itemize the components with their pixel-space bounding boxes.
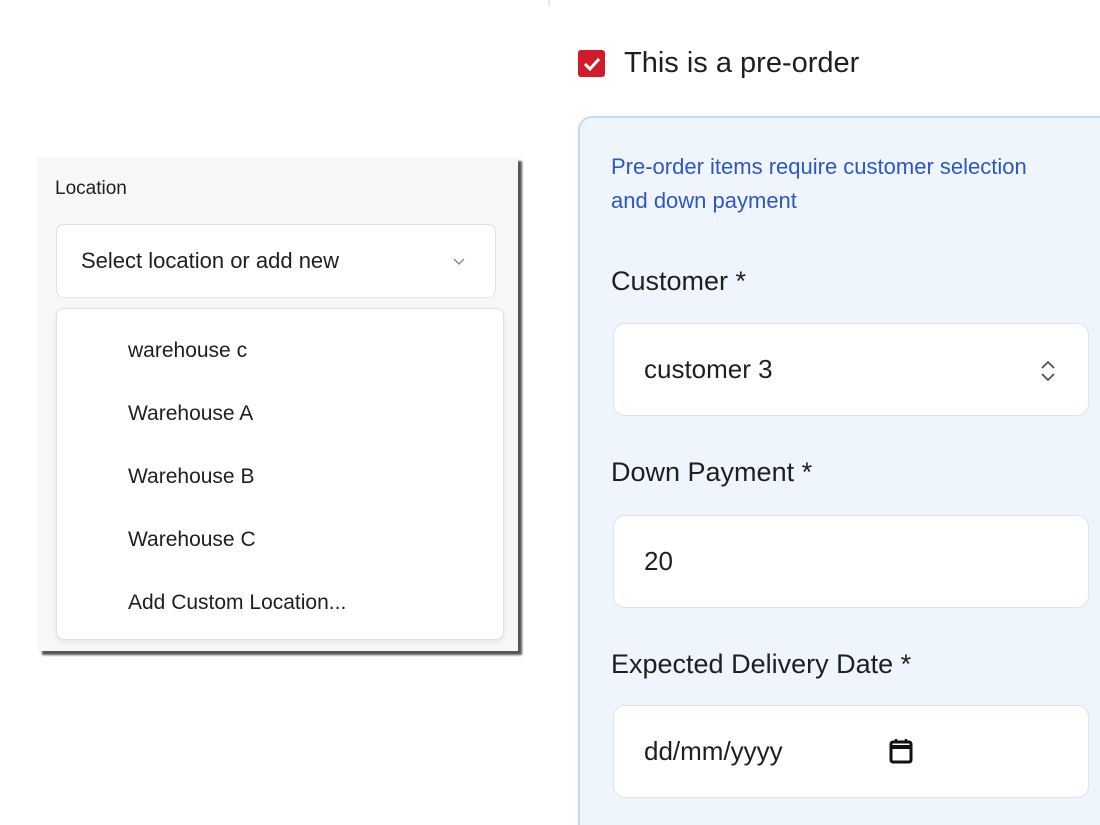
divider [548, 0, 1100, 6]
delivery-date-input[interactable]: dd/mm/yyyy [613, 705, 1089, 798]
location-dropdown-panel: Location Select location or add new ware… [38, 157, 518, 651]
chevron-down-icon [453, 258, 465, 265]
delivery-date-placeholder: dd/mm/yyyy [644, 736, 783, 766]
checkmark-icon [583, 57, 600, 71]
up-down-chevron-icon [1041, 360, 1055, 382]
option-label: Warehouse C [128, 528, 256, 551]
customer-label: Customer * [611, 266, 747, 296]
location-option-add-custom[interactable]: Add Custom Location... [57, 581, 503, 644]
down-payment-input[interactable]: 20 [613, 515, 1089, 608]
preorder-checkbox-row[interactable]: This is a pre-order [578, 47, 859, 80]
preorder-info-note: Pre-order items require customer selecti… [611, 154, 1027, 213]
preorder-form-column: This is a pre-order Pre-order items requ… [548, 0, 1100, 825]
preorder-checkbox-label: This is a pre-order [624, 47, 860, 79]
option-label: Warehouse B [128, 465, 255, 488]
preorder-checkbox[interactable] [578, 50, 605, 77]
option-label: Add Custom Location... [128, 591, 347, 614]
location-label: Location [55, 178, 127, 199]
location-option-warehouse-c-lower[interactable]: warehouse c [57, 329, 503, 392]
down-payment-value: 20 [644, 546, 673, 576]
down-payment-label: Down Payment * [611, 457, 813, 487]
location-select[interactable]: Select location or add new [56, 224, 496, 298]
option-label: warehouse c [128, 339, 248, 362]
location-options-menu: warehouse c Warehouse A Warehouse B Ware… [56, 308, 504, 640]
location-select-placeholder: Select location or add new [81, 248, 340, 273]
location-option-warehouse-b[interactable]: Warehouse B [57, 455, 503, 518]
delivery-date-label: Expected Delivery Date * [611, 649, 912, 679]
calendar-icon[interactable] [889, 738, 913, 764]
customer-select-value: customer 3 [644, 354, 773, 384]
location-option-warehouse-c[interactable]: Warehouse C [57, 518, 503, 581]
location-option-warehouse-a[interactable]: Warehouse A [57, 392, 503, 455]
option-label: Warehouse A [128, 402, 254, 425]
preorder-details-box: Pre-order items require customer selecti… [578, 116, 1100, 825]
customer-select[interactable]: customer 3 [613, 323, 1089, 416]
